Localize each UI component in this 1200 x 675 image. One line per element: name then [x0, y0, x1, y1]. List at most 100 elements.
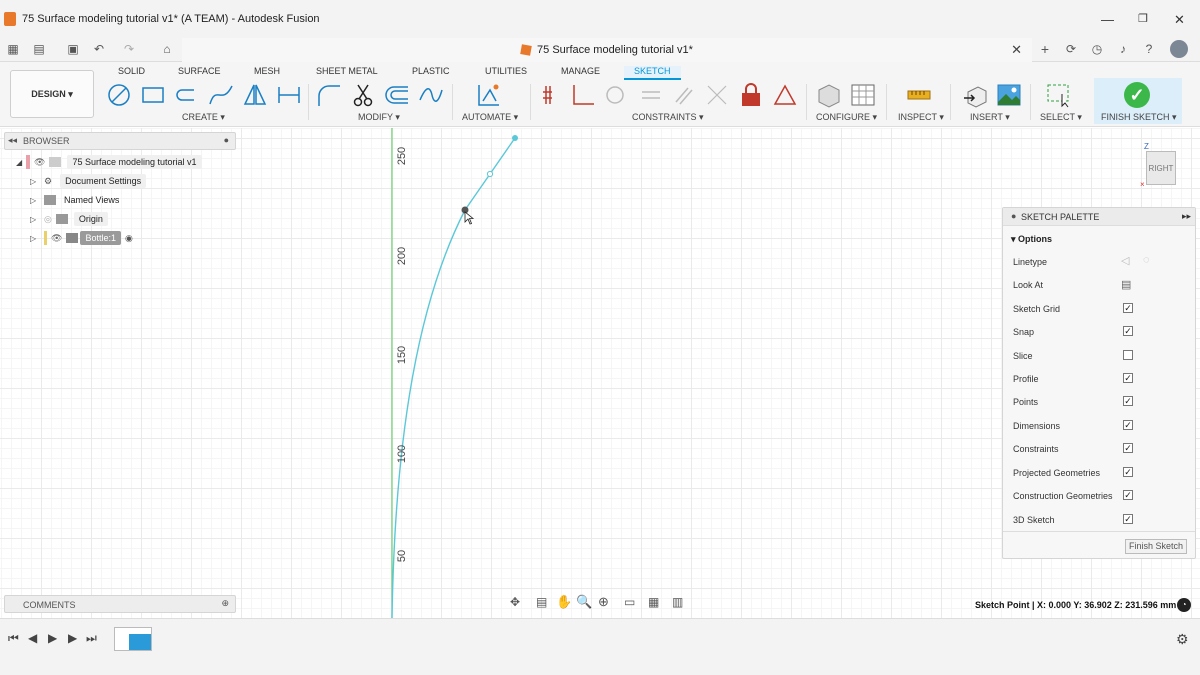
construction-linetype-icon[interactable]: ◁ [1121, 254, 1129, 267]
tab-utilities[interactable]: UTILITIES [485, 66, 527, 76]
expand-triangle-icon[interactable]: ▷ [30, 234, 40, 243]
look-at-icon[interactable]: ▤ [1121, 278, 1131, 291]
undo-icon[interactable]: ↶ [92, 42, 106, 56]
group-insert[interactable]: INSERT ▾ [970, 112, 1010, 123]
add-comment-icon[interactable]: ⊕ [221, 598, 229, 609]
job-status-icon[interactable]: ◷ [1090, 42, 1104, 56]
expand-triangle-icon[interactable]: ▷ [30, 215, 40, 224]
notifications-icon[interactable]: ♪ [1116, 42, 1130, 56]
sketch-grid-checkbox[interactable]: ✓ [1123, 303, 1133, 313]
dimension-tool-icon[interactable] [276, 82, 302, 108]
help-icon[interactable]: ? [1142, 42, 1156, 56]
projected-geometries-checkbox[interactable]: ✓ [1123, 467, 1133, 477]
new-tab-icon[interactable]: + [1038, 42, 1052, 56]
comments-panel-header[interactable]: COMMENTS ⊕ [4, 595, 236, 613]
close-window-icon[interactable]: ✕ [1174, 12, 1185, 28]
group-create[interactable]: CREATE ▾ [182, 112, 225, 123]
eye-icon[interactable]: 👁 [51, 233, 62, 244]
step-forward-icon[interactable]: ▶ [68, 631, 77, 645]
status-indicator-icon[interactable]: ◔ [1177, 598, 1191, 612]
maximize-icon[interactable]: ❐ [1138, 12, 1148, 25]
snap-checkbox[interactable]: ✓ [1123, 326, 1133, 336]
group-modify[interactable]: MODIFY ▾ [358, 112, 400, 123]
pan-icon[interactable]: ✋ [556, 594, 572, 610]
display-settings-icon[interactable]: ▭ [624, 595, 635, 609]
spline-tool-icon[interactable] [208, 82, 234, 108]
sketch-palette-header[interactable]: ● SKETCH PALETTE ▸▸ [1003, 208, 1195, 226]
hidden-eye-icon[interactable]: ◎ [44, 214, 52, 225]
tree-item-named-views[interactable]: ▷ Named Views [30, 192, 119, 208]
configure-box-icon[interactable] [816, 82, 842, 108]
profile-checkbox[interactable]: ✓ [1123, 373, 1133, 383]
app-grid-icon[interactable]: ▦ [6, 42, 20, 56]
tab-solid[interactable]: SOLID [118, 66, 145, 76]
browser-panel-header[interactable]: ◂◂ BROWSER ● [4, 132, 236, 150]
palette-finish-sketch-button[interactable]: Finish Sketch [1125, 539, 1187, 554]
tab-manage[interactable]: MANAGE [561, 66, 600, 76]
points-checkbox[interactable]: ✓ [1123, 396, 1133, 406]
rectangle-tool-icon[interactable] [140, 82, 166, 108]
midpoint-constraint-icon[interactable] [704, 82, 730, 108]
go-to-end-icon[interactable]: ⏭ [86, 631, 97, 646]
close-tab-icon[interactable]: ✕ [1011, 42, 1022, 58]
group-automate[interactable]: AUTOMATE ▾ [462, 112, 518, 123]
activate-radio-icon[interactable]: ◉ [125, 233, 133, 244]
document-tab[interactable]: 75 Surface modeling tutorial v1* ✕ [182, 38, 1032, 62]
pin-icon[interactable]: ● [224, 135, 229, 145]
3d-sketch-checkbox[interactable]: ✓ [1123, 514, 1133, 524]
mirror-tool-icon[interactable] [242, 82, 268, 108]
group-configure[interactable]: CONFIGURE ▾ [816, 112, 877, 123]
orbit-icon[interactable]: ✥ [510, 595, 520, 609]
dimensions-checkbox[interactable]: ✓ [1123, 420, 1133, 430]
pin-icon[interactable]: ● [1011, 211, 1016, 221]
go-to-start-icon[interactable]: ⏮ [8, 631, 19, 646]
select-window-icon[interactable] [1046, 82, 1072, 108]
step-back-icon[interactable]: ◀ [28, 631, 37, 645]
tab-sketch[interactable]: SKETCH [624, 66, 681, 80]
save-icon[interactable]: ▣ [66, 42, 80, 56]
tree-item-document-settings[interactable]: ▷ ⚙ Document Settings [30, 173, 147, 189]
constraints-checkbox[interactable]: ✓ [1123, 443, 1133, 453]
line-tool-icon[interactable] [106, 82, 132, 108]
collapse-icon[interactable]: ◂◂ [8, 135, 17, 146]
view-cube[interactable]: Z RIGHT × [1140, 142, 1180, 190]
redo-icon[interactable]: ↷ [122, 42, 136, 56]
expand-panel-icon[interactable]: ▸▸ [1182, 211, 1191, 222]
tab-surface[interactable]: SURFACE [178, 66, 221, 76]
group-inspect[interactable]: INSPECT ▾ [898, 112, 944, 123]
tab-sheet-metal[interactable]: SHEET METAL [316, 66, 378, 76]
checkmark-icon[interactable]: ✓ [1124, 82, 1150, 108]
tree-item-origin[interactable]: ▷ ◎ Origin [30, 211, 108, 227]
tangent-constraint-icon[interactable] [602, 82, 628, 108]
play-icon[interactable]: ▶ [48, 631, 57, 645]
user-avatar[interactable] [1170, 40, 1188, 58]
grid-settings-icon[interactable]: ▦ [648, 595, 659, 609]
fix-constraint-icon[interactable] [738, 82, 764, 108]
timeline-settings-gear-icon[interactable]: ⚙ [1176, 631, 1189, 648]
extensions-icon[interactable]: ⟳ [1064, 42, 1078, 56]
symmetry-constraint-icon[interactable] [772, 82, 798, 108]
group-select[interactable]: SELECT ▾ [1040, 112, 1082, 123]
tab-mesh[interactable]: MESH [254, 66, 280, 76]
group-constraints[interactable]: CONSTRAINTS ▾ [632, 112, 704, 123]
insert-canvas-icon[interactable] [996, 82, 1022, 108]
look-at-nav-icon[interactable]: ▤ [536, 595, 547, 609]
options-section-header[interactable]: ▾ Options [1011, 234, 1052, 245]
file-icon[interactable]: ▤ [32, 42, 46, 56]
workspace-switcher[interactable]: DESIGN ▾ [10, 70, 94, 118]
fillet-tool-icon[interactable] [316, 82, 342, 108]
measure-icon[interactable] [906, 82, 932, 108]
collapse-triangle-icon[interactable]: ◢ [16, 158, 26, 167]
expand-triangle-icon[interactable]: ▷ [30, 177, 40, 186]
configure-table-icon[interactable] [850, 82, 876, 108]
offset-tool-icon[interactable] [384, 82, 410, 108]
eye-icon[interactable]: 👁 [34, 157, 45, 168]
slice-checkbox[interactable] [1123, 350, 1133, 360]
tab-plastic[interactable]: PLASTIC [412, 66, 450, 76]
expand-triangle-icon[interactable]: ▷ [30, 196, 40, 205]
construction-geometries-checkbox[interactable]: ✓ [1123, 490, 1133, 500]
equal-constraint-icon[interactable] [638, 82, 664, 108]
home-icon[interactable]: ⌂ [160, 42, 174, 56]
parallel-constraint-icon[interactable] [670, 82, 696, 108]
view-cube-face[interactable]: RIGHT [1146, 151, 1176, 185]
